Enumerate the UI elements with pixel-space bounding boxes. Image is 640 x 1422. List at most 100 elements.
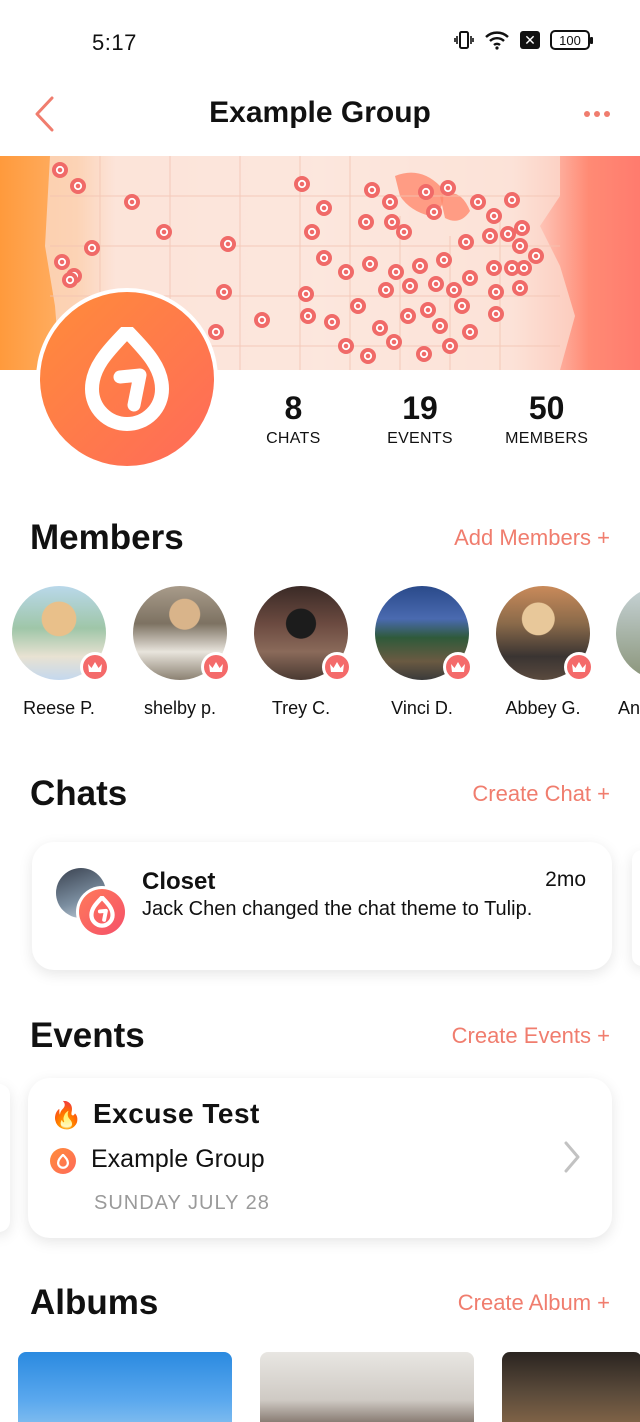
location-pin-icon bbox=[298, 286, 314, 302]
section-title: Members bbox=[30, 518, 184, 557]
crown-icon bbox=[572, 662, 586, 672]
location-pin-icon bbox=[388, 264, 404, 280]
stat-label: CHATS bbox=[266, 430, 321, 447]
location-pin-icon bbox=[378, 282, 394, 298]
section-title: Chats bbox=[30, 774, 128, 813]
no-sim-icon: ✕ bbox=[520, 31, 540, 49]
location-pin-icon bbox=[338, 338, 354, 354]
member-item[interactable]: Vinci D. bbox=[362, 586, 482, 719]
stat-chats[interactable]: 8 CHATS bbox=[230, 392, 357, 448]
location-pin-icon bbox=[462, 324, 478, 340]
location-pin-icon bbox=[446, 282, 462, 298]
avatar bbox=[375, 586, 473, 682]
more-options-button[interactable] bbox=[584, 106, 614, 122]
location-pin-icon bbox=[324, 314, 340, 330]
chat-name: Closet bbox=[142, 868, 216, 895]
albums-section-header: Albums Create Album + bbox=[30, 1281, 610, 1325]
droplet-logo-icon bbox=[89, 896, 115, 928]
location-pin-icon bbox=[396, 224, 412, 240]
location-pin-icon bbox=[504, 192, 520, 208]
location-pin-icon bbox=[400, 308, 416, 324]
stat-label: MEMBERS bbox=[505, 430, 589, 447]
location-pin-icon bbox=[488, 284, 504, 300]
crown-icon bbox=[88, 662, 102, 672]
location-pin-icon bbox=[358, 214, 374, 230]
admin-badge bbox=[201, 652, 231, 682]
location-pin-icon bbox=[440, 180, 456, 196]
event-group-name: Example Group bbox=[91, 1145, 265, 1173]
stat-label: EVENTS bbox=[387, 430, 453, 447]
location-pin-icon bbox=[300, 308, 316, 324]
avatar bbox=[616, 586, 640, 680]
member-name: Abbey G. bbox=[505, 698, 581, 718]
crown-icon bbox=[330, 662, 344, 672]
page-title: Example Group bbox=[209, 96, 431, 129]
avatar bbox=[254, 586, 352, 682]
location-pin-icon bbox=[70, 178, 86, 194]
location-pin-icon bbox=[294, 176, 310, 192]
chat-card[interactable]: Closet 2mo Jack Chen changed the chat th… bbox=[32, 842, 612, 970]
admin-badge bbox=[443, 652, 473, 682]
group-logo-icon bbox=[50, 1148, 76, 1174]
stat-events[interactable]: 19 EVENTS bbox=[357, 392, 484, 448]
members-list: Reese P. shelby p. Trey C. Vinci D. Abbe… bbox=[0, 586, 640, 726]
location-pin-icon bbox=[454, 298, 470, 314]
location-pin-icon bbox=[418, 184, 434, 200]
more-horizontal-icon bbox=[584, 111, 590, 117]
location-pin-icon bbox=[372, 320, 388, 336]
location-pin-icon bbox=[482, 228, 498, 244]
status-time: 5:17 bbox=[92, 30, 137, 55]
next-chat-card-edge[interactable] bbox=[632, 850, 640, 966]
chats-section-header: Chats Create Chat + bbox=[30, 772, 610, 816]
location-pin-icon bbox=[528, 248, 544, 264]
location-pin-icon bbox=[416, 346, 432, 362]
member-name: shelby p. bbox=[143, 698, 217, 718]
vibrate-icon bbox=[454, 30, 474, 50]
create-album-button[interactable]: Create Album + bbox=[458, 1290, 610, 1316]
stat-value: 19 bbox=[402, 390, 438, 426]
wifi-icon bbox=[484, 30, 510, 50]
location-pin-icon bbox=[488, 306, 504, 322]
location-pin-icon bbox=[486, 260, 502, 276]
location-pin-icon bbox=[364, 182, 380, 198]
chevron-right-icon bbox=[564, 1141, 580, 1173]
previous-event-card-edge[interactable] bbox=[0, 1084, 10, 1232]
location-pin-icon bbox=[220, 236, 236, 252]
location-pin-icon bbox=[436, 252, 452, 268]
album-thumbnail[interactable] bbox=[502, 1352, 640, 1422]
location-pin-icon bbox=[500, 226, 516, 242]
member-item[interactable]: Trey C. bbox=[241, 586, 361, 719]
stat-members[interactable]: 50 MEMBERS bbox=[483, 392, 610, 448]
fire-icon: 🔥 bbox=[50, 1100, 83, 1130]
location-pin-icon bbox=[362, 256, 378, 272]
location-pin-icon bbox=[316, 250, 332, 266]
create-chat-button[interactable]: Create Chat + bbox=[472, 781, 610, 807]
member-item[interactable]: An bbox=[604, 586, 640, 719]
group-avatar[interactable] bbox=[36, 288, 218, 470]
location-pin-icon bbox=[216, 284, 232, 300]
member-name: Reese P. bbox=[23, 698, 95, 718]
crown-icon bbox=[209, 662, 223, 672]
album-thumbnail[interactable] bbox=[18, 1352, 232, 1422]
chat-timestamp: 2mo bbox=[545, 868, 586, 891]
add-members-button[interactable]: Add Members + bbox=[454, 525, 610, 551]
member-item[interactable]: shelby p. bbox=[120, 586, 240, 719]
member-name: Trey C. bbox=[271, 698, 331, 718]
members-section-header: Members Add Members + bbox=[30, 516, 610, 560]
location-pin-icon bbox=[470, 194, 486, 210]
location-pin-icon bbox=[382, 194, 398, 210]
section-title: Events bbox=[30, 1016, 145, 1055]
member-item[interactable]: Abbey G. bbox=[483, 586, 603, 719]
location-pin-icon bbox=[402, 278, 418, 294]
location-pin-icon bbox=[514, 220, 530, 236]
album-thumbnail[interactable] bbox=[260, 1352, 474, 1422]
event-card[interactable]: 🔥 Excuse Test Example Group SUNDAY JULY … bbox=[28, 1078, 612, 1238]
admin-badge bbox=[80, 652, 110, 682]
admin-badge bbox=[564, 652, 594, 682]
create-events-button[interactable]: Create Events + bbox=[452, 1023, 610, 1049]
avatar bbox=[76, 886, 128, 938]
member-item[interactable]: Reese P. bbox=[0, 586, 119, 719]
location-pin-icon bbox=[512, 280, 528, 296]
location-pin-icon bbox=[486, 208, 502, 224]
events-section-header: Events Create Events + bbox=[30, 1014, 610, 1058]
